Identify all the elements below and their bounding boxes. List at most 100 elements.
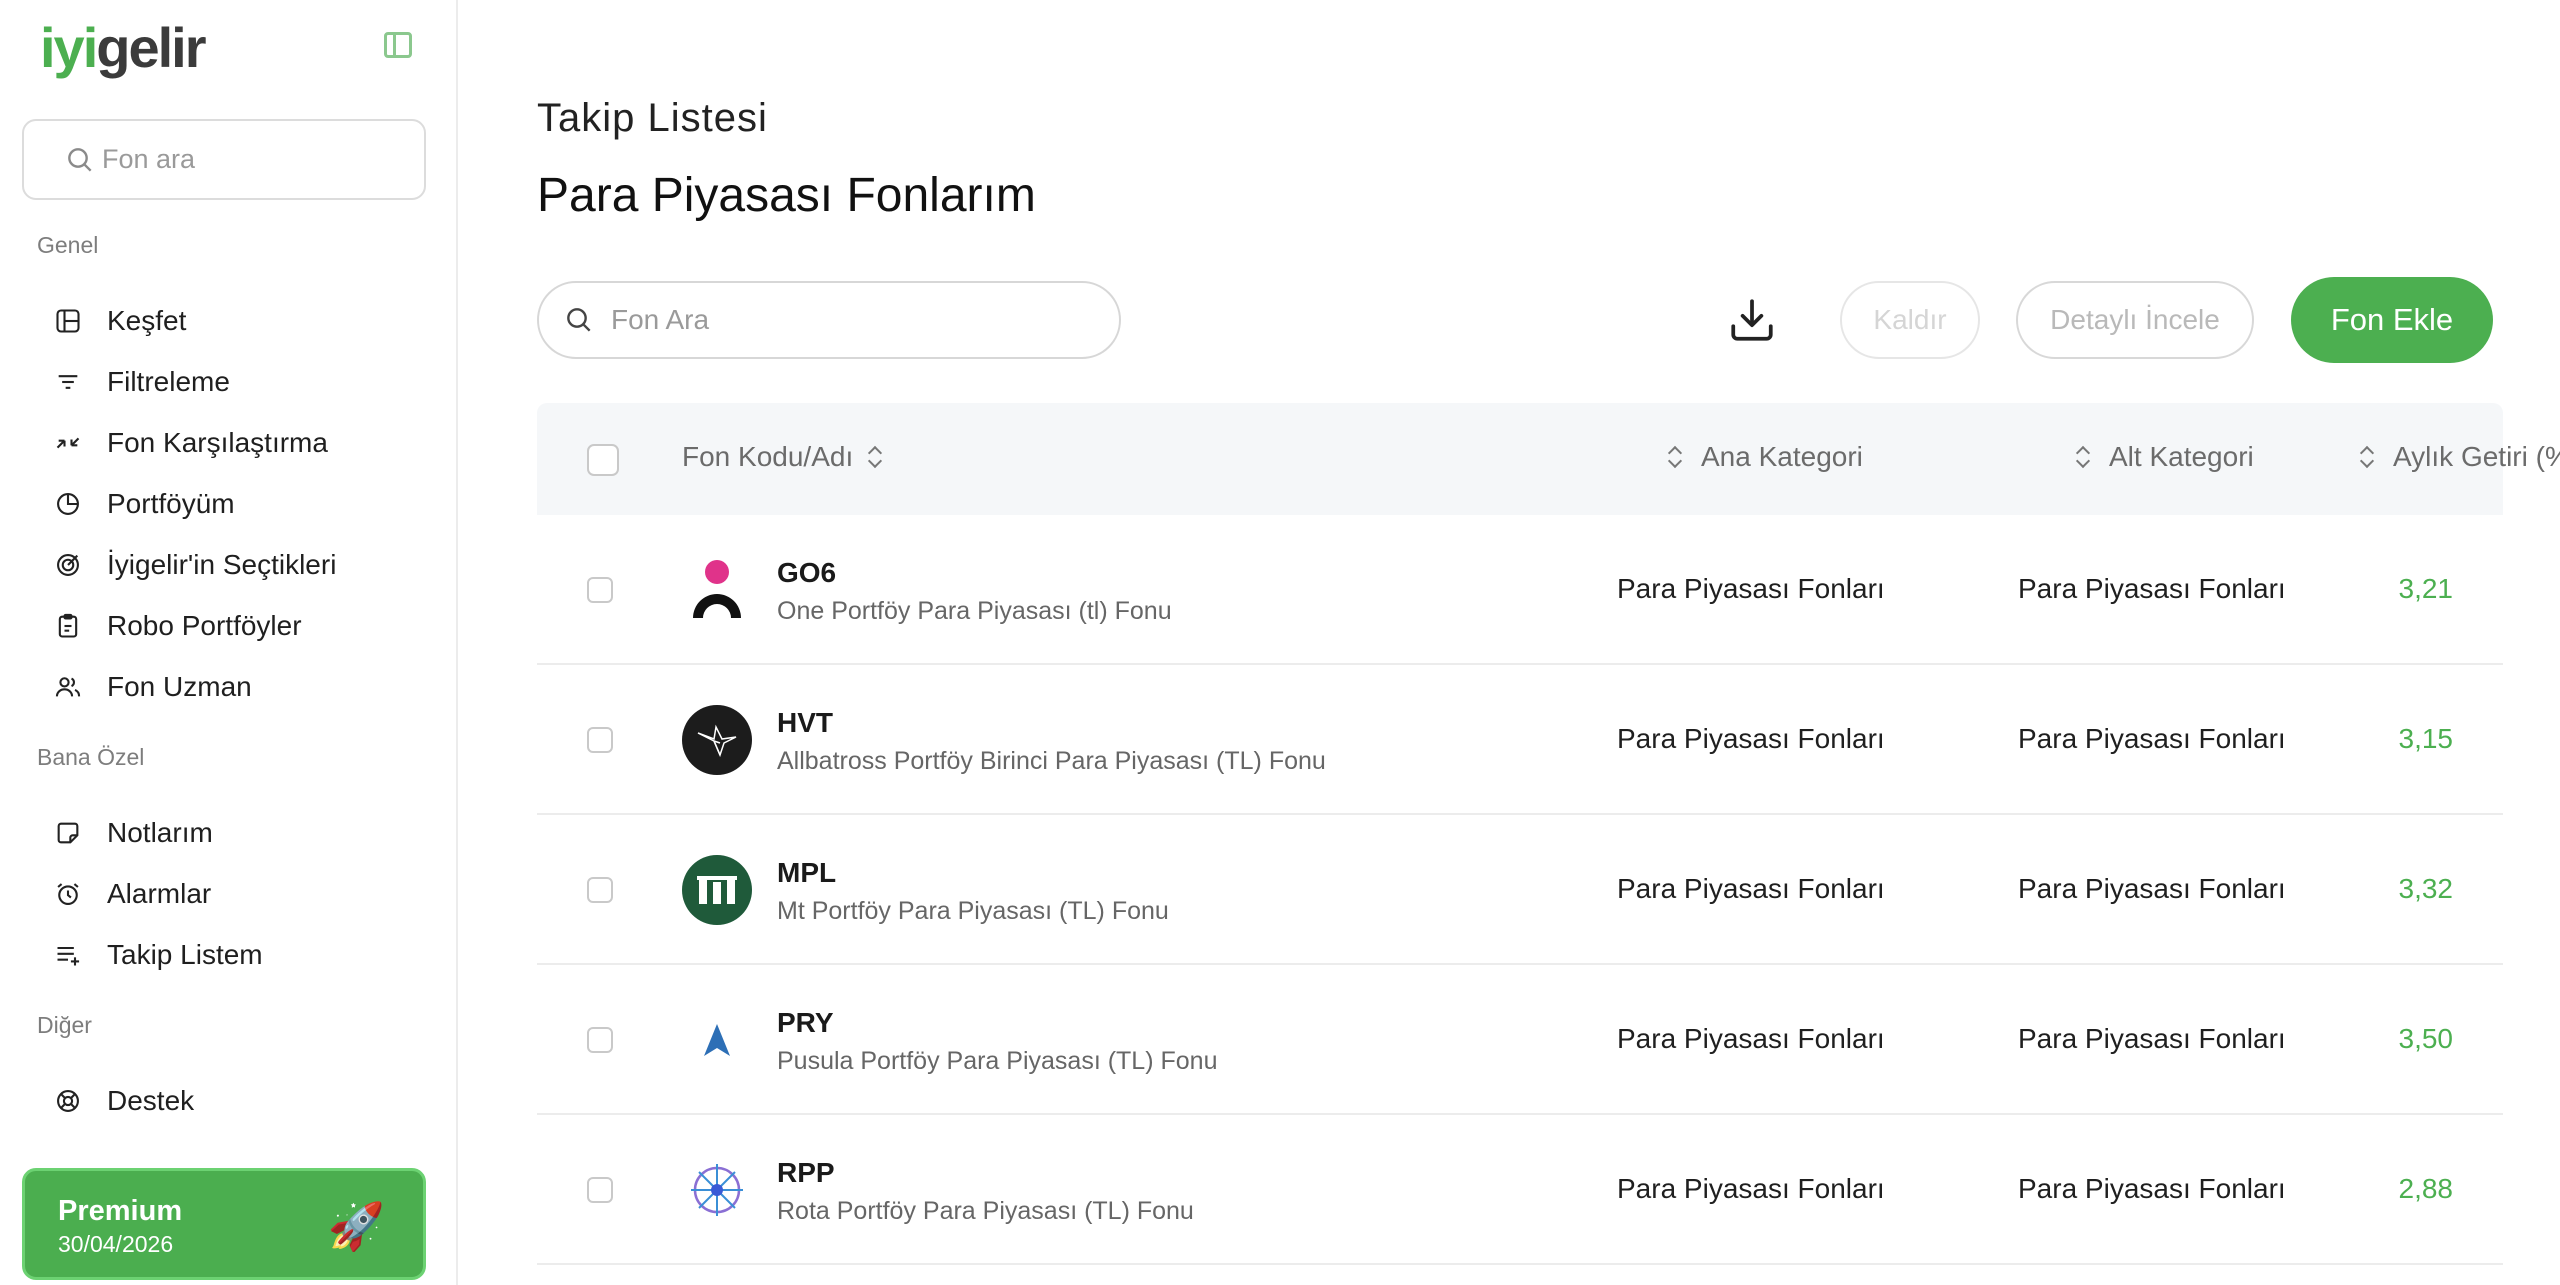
fund-search[interactable] [537,281,1121,359]
column-header-alt[interactable]: Alt Kategori [2075,441,2254,473]
fund-name: Mt Portföy Para Piyasası (TL) Fonu [777,897,1169,925]
sidebar-item-label: İyigelir'in Seçtikleri [107,549,337,580]
fund-code: GO6 [777,557,837,588]
sidebar-item-label: Fon Uzman [107,671,252,702]
cell-ana-kategori: Para Piyasası Fonları [1617,1173,1885,1204]
fund-logo-hvt [682,705,752,775]
remove-button[interactable]: Kaldır [1840,281,1980,359]
sidebar-item-notlarim[interactable]: Notlarım [52,809,213,857]
fund-name: Rota Portföy Para Piyasası (TL) Fonu [777,1197,1194,1225]
note-icon [52,817,84,849]
cell-aylik-getiri: 2,88 [2398,1173,2454,1204]
sidebar-item-destek[interactable]: Destek [52,1077,194,1125]
list-add-icon [52,939,84,971]
table-row[interactable]: PRY Pusula Portföy Para Piyasası (TL) Fo… [537,965,2503,1115]
fund-code: PRY [777,1007,834,1038]
premium-date: 30/04/2026 [58,1231,174,1257]
cell-aylik-getiri: 3,32 [2398,873,2454,904]
fund-code: MPL [777,857,837,888]
sidebar-item-label: Filtreleme [107,366,230,397]
sidebar-item-filtreleme[interactable]: Filtreleme [52,358,230,406]
table-row[interactable]: MPL Mt Portföy Para Piyasası (TL) Fonu P… [537,815,2503,965]
sidebar-item-label: Notlarım [107,817,213,848]
fund-search-input[interactable] [611,304,1091,336]
app-logo[interactable]: iyigelir [40,18,207,78]
filter-icon [52,366,84,398]
search-icon [567,308,591,332]
premium-title: Premium [58,1195,183,1227]
sidebar-item-robo[interactable]: Robo Portföyler [52,602,302,650]
premium-card[interactable]: Premium 30/04/2026 🚀 [22,1168,426,1280]
detail-button[interactable]: Detaylı İncele [2016,281,2254,359]
sidebar-item-karsilastirma[interactable]: Fon Karşılaştırma [52,419,328,467]
sidebar-collapse-icon[interactable] [384,32,412,58]
pie-chart-icon [52,488,84,520]
column-header-label: Fon Kodu/Adı [682,441,854,472]
section-title-diger: Diğer [37,1012,92,1038]
clipboard-icon [52,610,84,642]
select-all-checkbox[interactable] [587,444,619,476]
row-checkbox[interactable] [587,577,613,603]
column-header-ana[interactable]: Ana Kategori [1667,441,1863,473]
row-checkbox[interactable] [587,1027,613,1053]
sort-icon [2075,444,2091,470]
sidebar-item-label: Fon Karşılaştırma [107,427,328,458]
lifebuoy-icon [52,1085,84,1117]
fund-code: HVT [777,707,833,738]
sidebar-item-label: Takip Listem [107,939,263,970]
search-icon [68,147,92,172]
section-title-genel: Genel [37,232,99,258]
cell-aylik-getiri: 3,21 [2398,573,2454,604]
fund-logo-pry [682,1005,752,1075]
page-subtitle: Takip Listesi [537,96,768,140]
sidebar-search-input[interactable] [102,144,402,175]
page-title: Para Piyasası Fonlarım [537,169,1036,222]
column-header-label: Ana Kategori [1701,441,1863,472]
cell-alt-kategori: Para Piyasası Fonları [2018,1023,2286,1054]
row-checkbox[interactable] [587,877,613,903]
sort-icon [2359,444,2375,470]
column-header-getiri[interactable]: Aylık Getiri (%) [2359,441,2560,473]
add-fund-button[interactable]: Fon Ekle [2291,277,2493,363]
main-content: Takip Listesi Para Piyasası Fonlarım Kal… [460,0,2560,1285]
fund-name: Pusula Portföy Para Piyasası (TL) Fonu [777,1047,1218,1075]
sidebar-item-label: Keşfet [107,305,187,336]
fund-name: One Portföy Para Piyasası (tl) Fonu [777,597,1172,625]
fund-logo-rpp [682,1155,752,1225]
column-header-label: Alt Kategori [2109,441,2254,472]
sidebar-item-portfoyum[interactable]: Portföyüm [52,480,235,528]
sidebar-item-label: Portföyüm [107,488,235,519]
compass-board-icon [52,305,84,337]
sidebar-item-alarmlar[interactable]: Alarmlar [52,870,211,918]
download-icon [1731,299,1773,341]
sort-icon [1667,444,1683,470]
column-header-label: Aylık Getiri (%) [2393,441,2560,472]
fund-code: RPP [777,1157,835,1188]
sidebar-item-takip[interactable]: Takip Listem [52,931,263,979]
cell-ana-kategori: Para Piyasası Fonları [1617,873,1885,904]
section-title-bana-ozel: Bana Özel [37,744,145,770]
row-checkbox[interactable] [587,727,613,753]
compare-arrows-icon [52,427,84,459]
row-checkbox[interactable] [587,1177,613,1203]
sidebar-item-label: Alarmlar [107,878,212,909]
sidebar-item-label: Robo Portföyler [107,610,302,641]
target-icon [52,549,84,581]
table-row[interactable]: RPP Rota Portföy Para Piyasası (TL) Fonu… [537,1115,2503,1265]
fund-name: Allbatross Portföy Birinci Para Piyasası… [777,747,1326,775]
column-header-code[interactable]: Fon Kodu/Adı [682,441,883,473]
download-button[interactable] [1725,293,1779,347]
table-header: Fon Kodu/Adı Ana Kategori Alt Kategori A… [537,403,2560,515]
table-row[interactable]: HVT Allbatross Portföy Birinci Para Piya… [537,665,2503,815]
sort-icon [867,444,883,470]
sidebar-item-uzman[interactable]: Fon Uzman [52,663,252,711]
watchlist-table: Fon Kodu/Adı Ana Kategori Alt Kategori A… [537,403,2560,1265]
fund-logo-go6 [682,555,752,625]
cell-alt-kategori: Para Piyasası Fonları [2018,873,2286,904]
rocket-icon: 🚀 [327,1200,385,1252]
sidebar-item-secimler[interactable]: İyigelir'in Seçtikleri [52,541,336,589]
sidebar-item-kesfet[interactable]: Keşfet [52,297,186,345]
table-row[interactable]: GO6 One Portföy Para Piyasası (tl) Fonu … [537,515,2503,665]
sidebar-search[interactable] [22,119,426,200]
cell-alt-kategori: Para Piyasası Fonları [2018,1173,2286,1204]
